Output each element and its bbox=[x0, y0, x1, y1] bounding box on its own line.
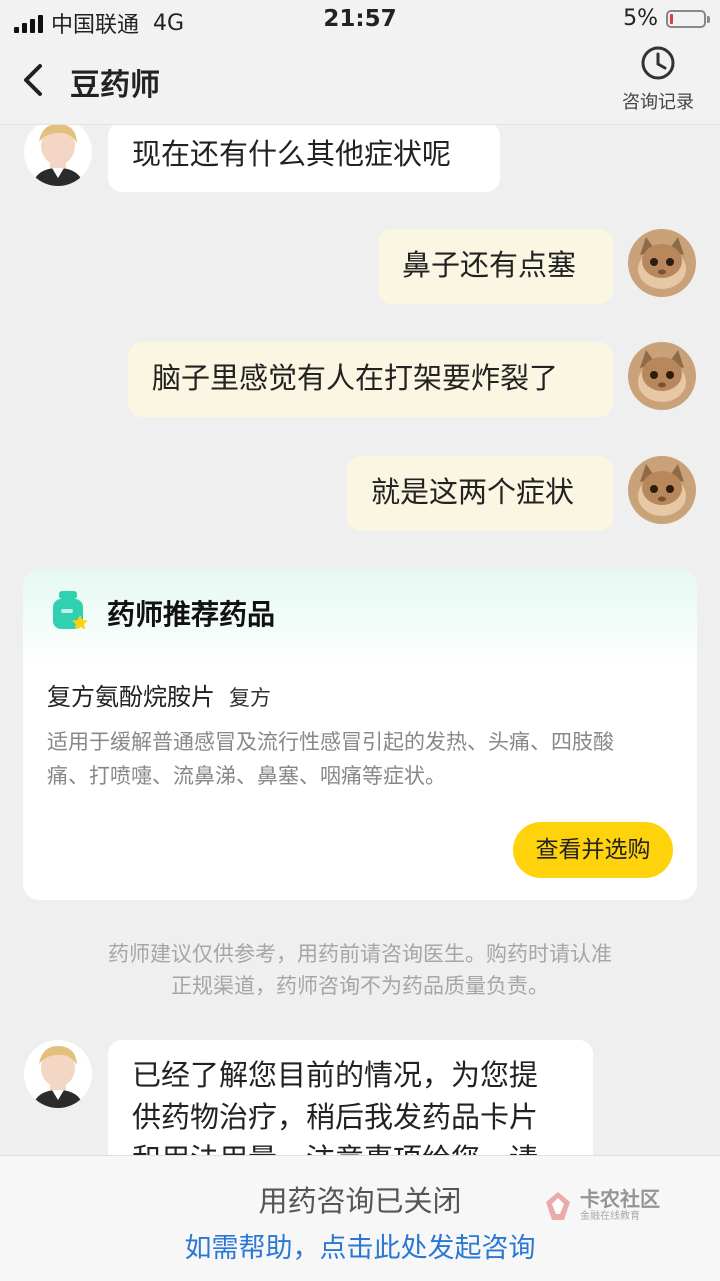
status-bar: 中国联通 4G 21:57 5% bbox=[0, 0, 720, 40]
user-avatar[interactable] bbox=[628, 456, 696, 524]
watermark-main: 卡农社区 bbox=[580, 1187, 660, 1211]
user-avatar[interactable] bbox=[628, 342, 696, 410]
battery-percent: 5% bbox=[623, 6, 658, 31]
start-consultation-link[interactable]: 如需帮助，点击此处发起咨询 bbox=[0, 1226, 720, 1265]
drug-description: 适用于缓解普通感冒及流行性感冒引起的发热、头痛、四肢酸 痛、打喷嚏、流鼻涕、鼻塞… bbox=[47, 725, 677, 793]
battery-icon bbox=[666, 9, 710, 28]
message-bubble-pharmacist: 现在还有什么其他症状呢 bbox=[108, 125, 500, 192]
clock-icon bbox=[641, 46, 675, 80]
message-text: 现在还有什么其他症状呢 bbox=[132, 137, 452, 171]
message-bubble-pharmacist: 已经了解您目前的情况，为您提 供药物治疗，稍后我发药品卡片 和用法用量、注意事项… bbox=[108, 1040, 593, 1155]
message-text: 鼻子还有点塞 bbox=[402, 248, 577, 282]
nav-bar: 豆药师 咨询记录 bbox=[0, 40, 720, 125]
watermark: 卡农社区 金融在线教育 bbox=[540, 1188, 660, 1224]
disclaimer-line: 药师建议仅供参考，用药前请咨询医生。购药时请认准 bbox=[108, 942, 612, 966]
description-line: 痛、打喷嚏、流鼻涕、鼻塞、咽痛等症状。 bbox=[47, 764, 446, 788]
message-bubble-user: 脑子里感觉有人在打架要炸裂了 bbox=[128, 342, 613, 417]
watermark-logo-icon bbox=[546, 1192, 570, 1220]
message-bubble-user: 鼻子还有点塞 bbox=[378, 229, 613, 304]
pharmacist-avatar[interactable] bbox=[24, 125, 92, 186]
disclaimer-line: 正规渠道，药师咨询不为药品质量负责。 bbox=[171, 974, 549, 998]
medicine-bottle-icon bbox=[53, 591, 88, 630]
pharmacist-avatar[interactable] bbox=[24, 1040, 92, 1108]
message-line: 和用法用量、注意事项给您，请 bbox=[132, 1138, 569, 1155]
consult-history-button[interactable]: 咨询记录 bbox=[618, 44, 698, 114]
card-title: 药师推荐药品 bbox=[107, 598, 276, 631]
drug-recommendation-card[interactable]: 药师推荐药品 复方氨酚烷胺片 复方 适用于缓解普通感冒及流行性感冒引起的发热、头痛… bbox=[23, 569, 697, 900]
message-bubble-user: 就是这两个症状 bbox=[347, 456, 613, 531]
drug-name: 复方氨酚烷胺片 bbox=[47, 683, 215, 711]
status-time: 21:57 bbox=[323, 6, 397, 32]
page-title: 豆药师 bbox=[70, 68, 160, 103]
user-avatar[interactable] bbox=[628, 229, 696, 297]
watermark-sub: 金融在线教育 bbox=[580, 1211, 640, 1222]
message-text: 就是这两个症状 bbox=[371, 475, 575, 509]
chat-area[interactable]: 现在还有什么其他症状呢 鼻子还有点塞 脑子里感觉有人在打架要炸裂了 就是这两个症… bbox=[0, 125, 720, 1155]
description-line: 适用于缓解普通感冒及流行性感冒引起的发热、头痛、四肢酸 bbox=[47, 730, 614, 754]
chevron-left-icon bbox=[24, 64, 42, 96]
message-text: 脑子里感觉有人在打架要炸裂了 bbox=[152, 361, 559, 395]
message-line: 已经了解您目前的情况，为您提 bbox=[132, 1058, 539, 1092]
message-line: 供药物治疗，稍后我发药品卡片 bbox=[132, 1100, 539, 1134]
disclaimer-text: 药师建议仅供参考，用药前请咨询医生。购药时请认准 正规渠道，药师咨询不为药品质量… bbox=[60, 938, 660, 1002]
drug-tag: 复方 bbox=[229, 686, 271, 710]
back-button[interactable] bbox=[20, 60, 50, 100]
drug-name-row[interactable]: 复方氨酚烷胺片 复方 bbox=[47, 677, 271, 712]
view-and-buy-button[interactable]: 查看并选购 bbox=[513, 822, 673, 878]
history-label: 咨询记录 bbox=[622, 92, 694, 113]
